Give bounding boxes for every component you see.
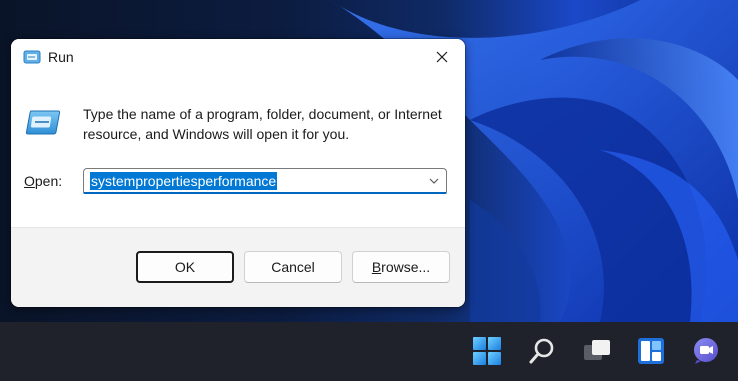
run-large-icon	[25, 110, 61, 135]
search-button[interactable]	[522, 331, 562, 371]
chevron-down-icon[interactable]	[428, 176, 440, 186]
task-view-button[interactable]	[577, 331, 617, 371]
close-button[interactable]	[419, 39, 465, 75]
chat-button[interactable]	[686, 331, 726, 371]
chat-icon	[694, 338, 718, 364]
open-label: Open:	[24, 173, 62, 189]
dialog-description: Type the name of a program, folder, docu…	[83, 106, 442, 142]
task-view-icon	[584, 340, 610, 360]
search-icon	[529, 338, 554, 364]
open-label-rest: pen:	[34, 173, 63, 189]
title-bar[interactable]: Run	[11, 39, 465, 75]
open-combobox[interactable]: systempropertiesperformance	[83, 168, 447, 194]
dialog-title: Run	[48, 49, 74, 65]
start-icon	[473, 337, 501, 365]
run-dialog: Run Type the name of a program, folder, …	[11, 39, 465, 307]
dialog-footer: OK Cancel Browse...	[11, 227, 465, 307]
close-icon	[436, 51, 448, 63]
open-input-value[interactable]: systempropertiesperformance	[90, 172, 278, 190]
taskbar	[0, 322, 738, 381]
browse-label-rest: rowse...	[381, 259, 431, 275]
ok-button[interactable]: OK	[136, 251, 234, 283]
cancel-button[interactable]: Cancel	[244, 251, 342, 283]
browse-accelerator: B	[371, 259, 382, 275]
browse-button[interactable]: Browse...	[352, 251, 450, 283]
start-button[interactable]	[467, 331, 507, 371]
widgets-button[interactable]	[631, 331, 671, 371]
dialog-body: Type the name of a program, folder, docu…	[11, 75, 465, 227]
open-label-accelerator: O	[24, 173, 35, 189]
run-app-icon	[23, 50, 41, 64]
widgets-icon	[638, 338, 664, 364]
